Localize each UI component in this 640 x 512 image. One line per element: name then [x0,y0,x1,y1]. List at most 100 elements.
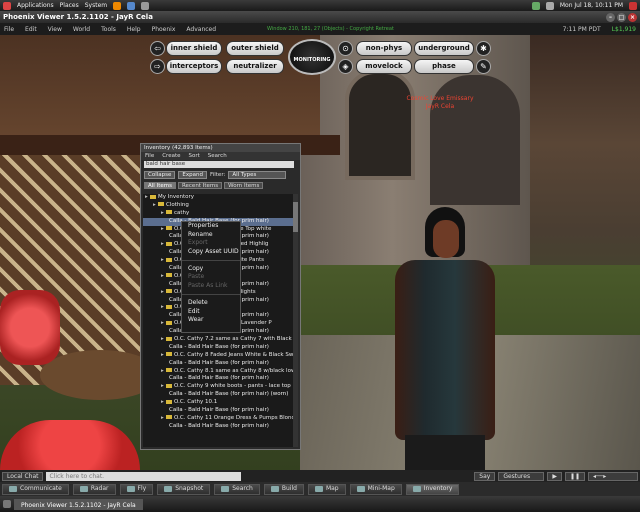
volume-slider[interactable]: ◂──▸ [588,471,638,481]
menu-help[interactable]: Help [127,26,141,33]
inv-menu-search[interactable]: Search [208,152,227,160]
hud-outer-shield-button[interactable]: outer shield [226,41,284,56]
communicate-button[interactable]: Communicate [2,483,69,495]
inventory-button[interactable]: Inventory [405,483,460,495]
hud-underground-button[interactable]: underground [414,41,474,56]
snapshot-button[interactable]: Snapshot [157,483,211,495]
world-view[interactable]: Cosmic Love Emissary JayR Cela [0,35,640,470]
context-item-properties[interactable]: Properties [182,222,240,231]
menu-world[interactable]: World [73,26,90,33]
collapse-button[interactable]: Collapse [144,171,176,179]
item-row[interactable]: Calla - Bald Hair Base (for prim hair) [143,407,295,415]
hud-non-phys-button[interactable]: non-phys [356,41,412,56]
firefox-icon[interactable] [113,1,122,10]
tab-worn-items[interactable]: Worn Items [224,182,264,189]
scrollbar-thumb[interactable] [293,202,298,232]
inventory-search-input[interactable]: bald hair base [144,161,294,168]
map-button[interactable]: Map [307,483,346,495]
folder-icon [166,210,172,215]
gestures-dropdown[interactable]: Gestures [498,471,545,481]
folder-row[interactable]: ▸ Clothing [143,202,295,210]
volume-icon[interactable] [545,1,554,10]
help-icon[interactable] [127,1,136,10]
context-item-wear[interactable]: Wear [182,316,240,325]
hud-interceptors-button[interactable]: interceptors [166,59,222,74]
context-item-copy[interactable]: Copy [182,265,240,274]
folder-row[interactable]: ▸ O.C. Cathy 10.1 [143,399,295,407]
folder-row[interactable]: ▸ O.C. Cathy 8.1 same as Cathy 8 w/black … [143,368,295,376]
folder-icon [150,194,156,199]
show-desktop-icon[interactable] [3,500,11,508]
location-status[interactable]: Window 210, 181, 27 (Objects) - Copyrigh… [267,26,394,32]
close-icon[interactable]: × [628,12,637,22]
folder-row[interactable]: ▸ O.C. Cathy 7.2 same as Cathy 7 with Bla… [143,336,295,344]
inventory-scrollbar[interactable] [293,194,298,447]
item-row[interactable]: Calla - Bald Hair Base (for prim hair) [143,375,295,383]
hud-back-icon[interactable]: ⇦ [150,41,165,56]
hud-shield-icon[interactable]: ◈ [338,59,353,74]
minimize-icon[interactable]: – [606,12,615,22]
radar-button[interactable]: Radar [72,483,116,495]
search-button[interactable]: Search [214,483,260,495]
balance-display[interactable]: L$1,919 [612,26,636,33]
menu-system[interactable]: System [85,2,107,9]
context-item-rename[interactable]: Rename [182,231,240,240]
maximize-icon[interactable]: □ [617,12,626,22]
folder-row[interactable]: ▸ My Inventory [143,194,295,202]
media-play-icon[interactable]: ▶ [547,471,562,481]
menu-edit[interactable]: Edit [25,26,37,33]
menu-places[interactable]: Places [60,2,79,9]
network-icon[interactable] [531,1,540,10]
window-titlebar[interactable]: Phoenix Viewer 1.5.2.1102 - JayR Cela – … [0,11,640,23]
context-item-delete[interactable]: Delete [182,299,240,308]
menu-tools[interactable]: Tools [101,26,116,33]
media-pause-icon[interactable]: ❚❚ [564,471,585,481]
say-button[interactable]: Say [474,471,496,481]
hud-gear-icon[interactable]: ✱ [476,41,491,56]
hud-phase-button[interactable]: phase [414,59,474,74]
context-item-edit[interactable]: Edit [182,308,240,317]
fly-button[interactable]: Fly [119,483,154,495]
hud-inner-shield-button[interactable]: inner shield [166,41,222,56]
mini-map-button[interactable]: Mini-Map [349,483,402,495]
terminal-icon[interactable] [141,1,150,10]
hud-lock-icon[interactable]: ⊙ [338,41,353,56]
tab-recent-items[interactable]: Recent Items [177,182,223,189]
menu-phoenix[interactable]: Phoenix [152,26,176,33]
taskbar-item-phoenix[interactable]: Phoenix Viewer 1.5.2.1102 - JayR Cela [14,498,143,510]
hud-wrench-icon[interactable]: ✎ [476,59,491,74]
hud-monitoring-emblem[interactable]: MONITORING [288,39,336,75]
folder-row[interactable]: ▸ cathy [143,210,295,218]
menu-advanced[interactable]: Advanced [186,26,216,33]
chat-input[interactable]: Click here to chat. [46,471,242,481]
inv-menu-file[interactable]: File [145,152,154,160]
power-icon[interactable] [629,1,637,10]
inventory-title[interactable]: Inventory (42,893 Items) [141,144,300,152]
folder-row[interactable]: ▸ O.C. Cathy 11 Orange Dress & Pumps Blon… [143,415,295,423]
ubuntu-logo-icon[interactable] [3,1,11,10]
filter-dropdown[interactable]: All Types [228,171,287,179]
hud-movelock-button[interactable]: movelock [356,59,412,74]
inv-menu-sort[interactable]: Sort [189,152,200,160]
menu-separator [182,291,240,295]
hud-forward-icon[interactable]: ⇨ [150,59,165,74]
item-row[interactable]: Calla - Bald Hair Base (for prim hair) (… [143,391,295,399]
hud-neutralizer-button[interactable]: neutralizer [226,59,284,74]
local-chat-button[interactable]: Local Chat [2,471,44,481]
expand-button[interactable]: Expand [178,171,207,179]
item-row[interactable]: Calla - Bald Hair Base (for prim hair) [143,423,295,431]
item-row[interactable]: Calla - Bald Hair Base (for prim hair) [143,344,295,352]
menu-view[interactable]: View [48,26,62,33]
build-button[interactable]: Build [263,483,304,495]
folder-row[interactable]: ▸ O.C. Cathy 8 Faded Jeans White & Black … [143,352,295,360]
context-item-export: Export [188,239,208,247]
inv-menu-create[interactable]: Create [162,152,180,160]
menu-file[interactable]: File [4,26,14,33]
tab-all-items[interactable]: All Items [144,182,176,189]
context-item-copy-asset-uuid[interactable]: Copy Asset UUID [182,248,240,257]
item-row[interactable]: Calla - Bald Hair Base (for prim hair) [143,360,295,368]
name-tag-title: Cosmic Love Emissary [406,95,474,102]
clock[interactable]: Mon Jul 18, 10:11 PM [560,2,623,9]
folder-row[interactable]: ▸ O.C. Cathy 9 white boots - pants - lace… [143,383,295,391]
menu-applications[interactable]: Applications [17,2,54,9]
